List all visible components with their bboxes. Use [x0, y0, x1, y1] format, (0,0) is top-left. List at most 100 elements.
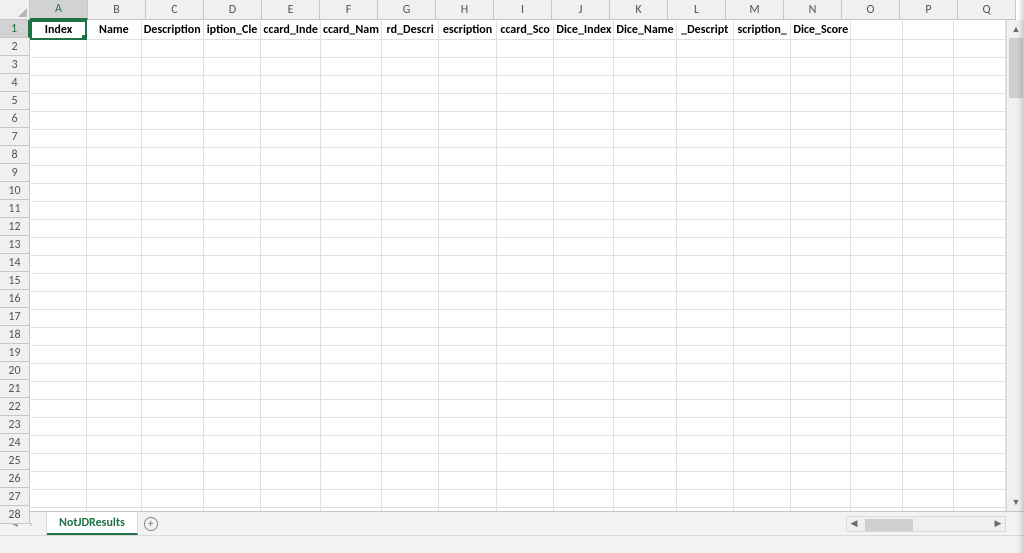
cell-F19[interactable]	[320, 345, 381, 363]
cell-F21[interactable]	[320, 381, 381, 399]
cell-L20[interactable]	[676, 363, 733, 381]
cell-L19[interactable]	[676, 345, 733, 363]
cell-D11[interactable]	[203, 201, 261, 219]
cell-Q18[interactable]	[954, 327, 1006, 345]
cell-O10[interactable]	[851, 183, 903, 201]
cell-Q6[interactable]	[954, 111, 1006, 129]
cell-J26[interactable]	[554, 471, 614, 489]
row-header-22[interactable]: 22	[0, 398, 30, 416]
cell-O9[interactable]	[851, 165, 903, 183]
cell-B3[interactable]	[86, 57, 141, 75]
row-header-13[interactable]: 13	[0, 236, 30, 254]
cell-D16[interactable]	[203, 291, 261, 309]
cell-F18[interactable]	[320, 327, 381, 345]
cell-P2[interactable]	[902, 39, 954, 57]
cell-A9[interactable]	[31, 165, 86, 183]
cell-N16[interactable]	[791, 291, 851, 309]
cell-K19[interactable]	[614, 345, 676, 363]
cell-Q11[interactable]	[954, 201, 1006, 219]
cell-P1[interactable]	[902, 21, 954, 39]
row-header-27[interactable]: 27	[0, 488, 30, 506]
cell-Q13[interactable]	[954, 237, 1006, 255]
column-header-C[interactable]: C	[146, 0, 204, 20]
cell-N20[interactable]	[791, 363, 851, 381]
cell-C21[interactable]	[141, 381, 203, 399]
cell-A8[interactable]	[31, 147, 86, 165]
cell-I3[interactable]	[496, 57, 554, 75]
cell-M13[interactable]	[733, 237, 791, 255]
cell-M9[interactable]	[733, 165, 791, 183]
column-header-I[interactable]: I	[494, 0, 552, 20]
cell-G1[interactable]: rd_Descri	[381, 21, 438, 39]
cell-J16[interactable]	[554, 291, 614, 309]
cell-J27[interactable]	[554, 489, 614, 507]
cell-K5[interactable]	[614, 93, 676, 111]
cell-L15[interactable]	[676, 273, 733, 291]
cell-F14[interactable]	[320, 255, 381, 273]
cell-I17[interactable]	[496, 309, 554, 327]
cell-G23[interactable]	[381, 417, 438, 435]
cell-F9[interactable]	[320, 165, 381, 183]
cell-J23[interactable]	[554, 417, 614, 435]
cell-F24[interactable]	[320, 435, 381, 453]
cell-C8[interactable]	[141, 147, 203, 165]
cell-I12[interactable]	[496, 219, 554, 237]
cell-D3[interactable]	[203, 57, 261, 75]
cell-P4[interactable]	[902, 75, 954, 93]
cell-D24[interactable]	[203, 435, 261, 453]
cell-B24[interactable]	[86, 435, 141, 453]
cell-N3[interactable]	[791, 57, 851, 75]
cell-P23[interactable]	[902, 417, 954, 435]
cell-I24[interactable]	[496, 435, 554, 453]
cell-D7[interactable]	[203, 129, 261, 147]
cell-D13[interactable]	[203, 237, 261, 255]
cell-O22[interactable]	[851, 399, 903, 417]
cell-C24[interactable]	[141, 435, 203, 453]
row-header-8[interactable]: 8	[0, 146, 30, 164]
cell-J19[interactable]	[554, 345, 614, 363]
cell-P11[interactable]	[902, 201, 954, 219]
cell-O21[interactable]	[851, 381, 903, 399]
cell-O25[interactable]	[851, 453, 903, 471]
cell-A2[interactable]	[31, 39, 86, 57]
row-header-4[interactable]: 4	[0, 74, 30, 92]
cell-Q1[interactable]	[954, 21, 1006, 39]
cell-H1[interactable]: escription	[439, 21, 497, 39]
cell-I21[interactable]	[496, 381, 554, 399]
cell-C2[interactable]	[141, 39, 203, 57]
cell-Q16[interactable]	[954, 291, 1006, 309]
cell-H9[interactable]	[439, 165, 497, 183]
cell-G15[interactable]	[381, 273, 438, 291]
cell-M6[interactable]	[733, 111, 791, 129]
row-header-1[interactable]: 1	[0, 20, 30, 38]
cell-A23[interactable]	[31, 417, 86, 435]
cell-O18[interactable]	[851, 327, 903, 345]
cell-E20[interactable]	[261, 363, 321, 381]
cell-L1[interactable]: _Descript	[676, 21, 733, 39]
cell-D8[interactable]	[203, 147, 261, 165]
cell-B21[interactable]	[86, 381, 141, 399]
cell-A13[interactable]	[31, 237, 86, 255]
cell-N27[interactable]	[791, 489, 851, 507]
cell-B8[interactable]	[86, 147, 141, 165]
cell-F17[interactable]	[320, 309, 381, 327]
cell-K18[interactable]	[614, 327, 676, 345]
cell-Q4[interactable]	[954, 75, 1006, 93]
cell-Q22[interactable]	[954, 399, 1006, 417]
cell-M22[interactable]	[733, 399, 791, 417]
cell-L5[interactable]	[676, 93, 733, 111]
cell-G20[interactable]	[381, 363, 438, 381]
cell-P10[interactable]	[902, 183, 954, 201]
cell-K2[interactable]	[614, 39, 676, 57]
cell-E7[interactable]	[261, 129, 321, 147]
cell-Q14[interactable]	[954, 255, 1006, 273]
cell-M14[interactable]	[733, 255, 791, 273]
cell-H7[interactable]	[439, 129, 497, 147]
cell-N23[interactable]	[791, 417, 851, 435]
cell-M16[interactable]	[733, 291, 791, 309]
cell-G4[interactable]	[381, 75, 438, 93]
cell-N22[interactable]	[791, 399, 851, 417]
cell-O24[interactable]	[851, 435, 903, 453]
cell-O2[interactable]	[851, 39, 903, 57]
cell-L23[interactable]	[676, 417, 733, 435]
